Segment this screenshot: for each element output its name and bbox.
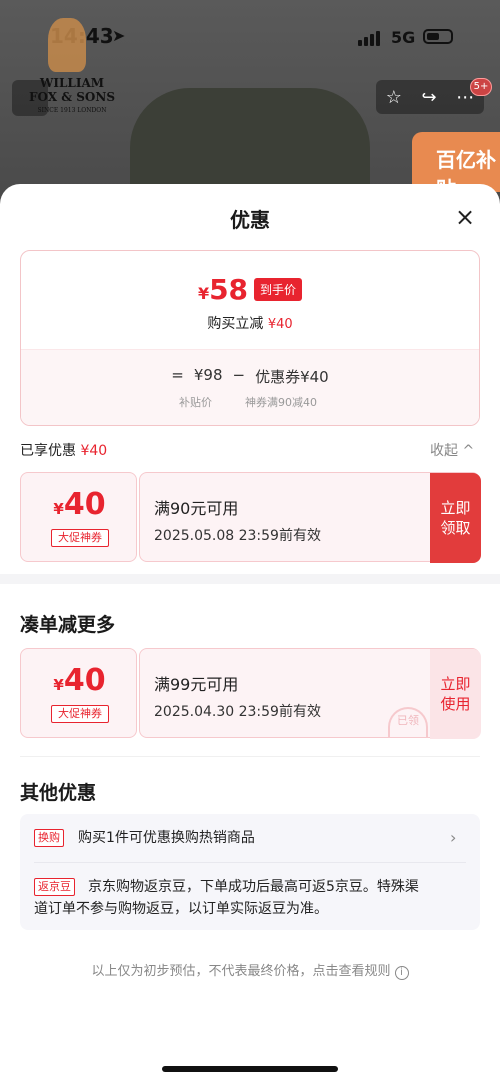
message-badge: 5+ [470, 78, 492, 96]
discount-sheet: 优惠 × ¥58 到手价 购买立减 ¥40 = ¥98 − 优惠券¥40 补贴价… [0, 184, 500, 1083]
use-coupon-button[interactable]: 立即 使用 [430, 649, 481, 739]
location-arrow-icon: ➤ [112, 26, 126, 45]
battery-icon [423, 29, 453, 44]
brand-fox-logo [48, 18, 86, 72]
signal-icon [358, 31, 380, 46]
close-icon[interactable]: × [452, 204, 478, 230]
coupon2-amount: ¥40 [53, 663, 106, 698]
coupon-label: 神券满90减40 [245, 396, 317, 409]
coupon2-tag: 大促神券 [51, 705, 109, 723]
network-type: 5G [391, 28, 416, 47]
reduce-line: 购买立减 ¥40 [207, 316, 293, 332]
brand-logo-text: WILLIAM FOX & SONS SINCE 1913 LONDON [22, 76, 122, 118]
section-divider [0, 574, 500, 584]
brand-line3: SINCE 1913 LONDON [37, 107, 107, 114]
final-price: ¥58 [197, 273, 249, 306]
home-indicator [162, 1066, 338, 1072]
final-price-tag: 到手价 [254, 278, 303, 301]
jingdou-text-1: 京东购物返京豆，下单成功后最高可返5京豆。特殊渠 [88, 879, 419, 895]
other-discounts: 换购 购买1件可优惠换购热销商品 › 返京豆 京东购物返京豆，下单成功后最高可返… [20, 814, 480, 930]
coupon2-valid: 2025.04.30 23:59前有效 [154, 704, 321, 720]
claimed-stamp: 已领 [388, 707, 428, 737]
claim-coupon-button[interactable]: 立即 领取 [430, 473, 481, 563]
brand-line1: WILLIAM [39, 76, 105, 90]
coupon1-condition: 满90元可用 [154, 499, 239, 518]
favorite-star-icon[interactable]: ☆ [386, 87, 402, 108]
coupon-card-1: ¥40 大促神券 满90元可用 2025.05.08 23:59前有效 立即 领取 [20, 472, 481, 563]
price-equation: = ¥98 − 优惠券¥40 [171, 366, 329, 386]
coupon-card-2: ¥40 大促神券 满99元可用 2025.04.30 23:59前有效 已领 立… [20, 648, 481, 739]
top-actions: ☆ ↪ ⋯ [376, 80, 484, 114]
section-title-other: 其他优惠 [20, 782, 97, 804]
share-icon[interactable]: ↪ [422, 87, 437, 108]
rules-footnote[interactable]: 以上仅为初步预估，不代表最终价格，点击查看规则 i [0, 960, 500, 980]
chevron-right-icon[interactable]: › [450, 828, 456, 847]
coupon2-condition: 满99元可用 [154, 675, 239, 694]
coupon1-valid: 2025.05.08 23:59前有效 [154, 528, 321, 544]
jingdou-text-2: 道订单不参与购物返豆，以订单实际返豆为准。 [34, 901, 328, 917]
trade-in-tag: 换购 [34, 829, 64, 847]
sheet-title: 优惠 [230, 208, 270, 232]
coupon-amount: 优惠券¥40 [255, 368, 329, 386]
coupon1-amount: ¥40 [53, 487, 106, 522]
promo-card[interactable]: 百亿补贴 [412, 132, 500, 201]
info-icon[interactable]: i [394, 966, 409, 980]
price-summary-box: ¥58 到手价 购买立减 ¥40 = ¥98 − 优惠券¥40 补贴价 神券满9… [20, 250, 480, 426]
enjoyed-discount: 已享优惠 ¥40 [20, 443, 108, 459]
base-price: ¥98 [193, 366, 223, 384]
trade-in-text[interactable]: 购买1件可优惠换购热销商品 [78, 827, 255, 849]
base-price-label: 补贴价 [179, 396, 212, 409]
divider-line [20, 756, 480, 757]
section-title-more: 凑单减更多 [20, 614, 116, 636]
brand-line2: FOX & SONS [28, 90, 115, 104]
jingdou-tag: 返京豆 [34, 878, 75, 896]
collapse-toggle[interactable]: 收起 ^ [430, 440, 474, 460]
coupon1-tag: 大促神券 [51, 529, 109, 547]
